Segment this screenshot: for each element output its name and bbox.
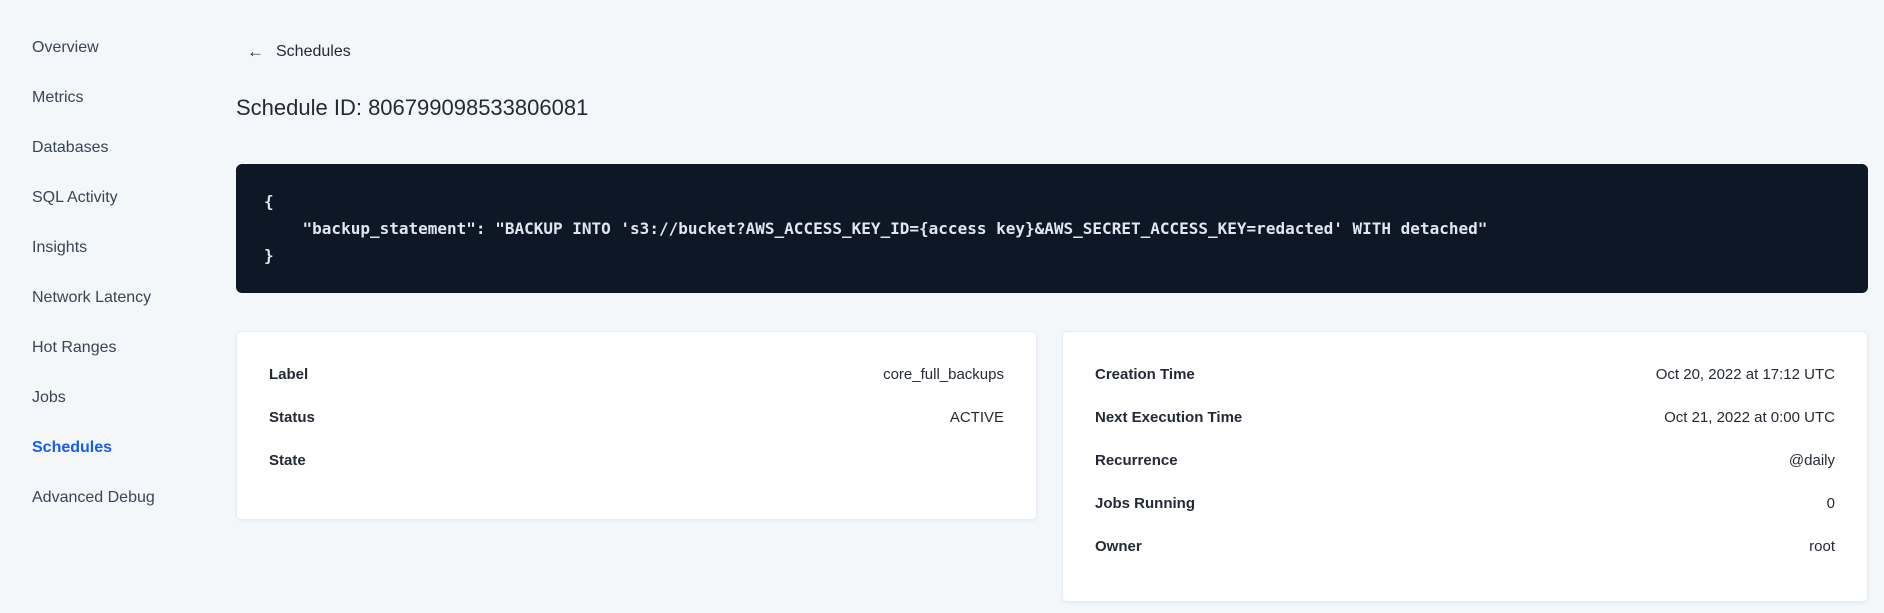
back-arrow-icon: ← <box>247 42 264 61</box>
summary-cards: Label core_full_backups Status ACTIVE St… <box>236 331 1868 602</box>
row-label: Recurrence <box>1095 452 1178 469</box>
row-value: 0 <box>1826 495 1835 512</box>
sidebar-item-metrics[interactable]: Metrics <box>0 73 236 123</box>
sidebar-item-jobs[interactable]: Jobs <box>0 373 236 423</box>
sidebar-item-advanced-debug[interactable]: Advanced Debug <box>0 473 236 523</box>
code-line: "backup_statement": "BACKUP INTO 's3://b… <box>264 219 1488 238</box>
card-row-recurrence: Recurrence @daily <box>1095 450 1835 472</box>
row-label: Label <box>269 366 309 383</box>
sidebar-item-schedules[interactable]: Schedules <box>0 423 236 473</box>
card-row-next-execution-time: Next Execution Time Oct 21, 2022 at 0:00… <box>1095 407 1835 429</box>
row-label: Jobs Running <box>1095 495 1195 512</box>
row-value: root <box>1809 538 1835 555</box>
row-value: @daily <box>1788 452 1835 469</box>
card-row-state: State <box>269 450 1004 472</box>
code-line: } <box>264 246 274 265</box>
card-row-owner: Owner root <box>1095 536 1835 558</box>
sidebar-item-hot-ranges[interactable]: Hot Ranges <box>0 323 236 373</box>
sidebar-nav: Overview Metrics Databases SQL Activity … <box>0 0 236 613</box>
schedule-definition-code-block: { "backup_statement": "BACKUP INTO 's3:/… <box>236 164 1868 293</box>
sidebar-item-databases[interactable]: Databases <box>0 123 236 173</box>
sidebar-item-list: Overview Metrics Databases SQL Activity … <box>0 23 236 523</box>
schedule-detail-page: ← Schedules Schedule ID: 806799098533806… <box>236 0 1868 602</box>
page-title: Schedule ID: 806799098533806081 <box>236 95 589 120</box>
card-row-status: Status ACTIVE <box>269 407 1004 429</box>
row-label: Owner <box>1095 538 1142 555</box>
schedule-status-card: Label core_full_backups Status ACTIVE St… <box>236 331 1037 520</box>
row-value: Oct 21, 2022 at 0:00 UTC <box>1664 409 1835 426</box>
row-value: core_full_backups <box>883 366 1004 383</box>
back-to-schedules-link[interactable]: ← Schedules <box>247 42 351 61</box>
card-row-jobs-running: Jobs Running 0 <box>1095 493 1835 515</box>
schedule-timing-card: Creation Time Oct 20, 2022 at 17:12 UTC … <box>1062 331 1868 602</box>
row-label: Status <box>269 409 315 426</box>
sidebar-item-insights[interactable]: Insights <box>0 223 236 273</box>
row-label: Next Execution Time <box>1095 409 1243 426</box>
card-row-creation-time: Creation Time Oct 20, 2022 at 17:12 UTC <box>1095 364 1835 386</box>
row-label: Creation Time <box>1095 366 1195 383</box>
card-row-label: Label core_full_backups <box>269 364 1004 386</box>
row-label: State <box>269 452 306 469</box>
back-link-label: Schedules <box>276 43 351 60</box>
code-line: { <box>264 192 274 211</box>
sidebar-item-overview[interactable]: Overview <box>0 23 236 73</box>
row-value: ACTIVE <box>949 409 1004 426</box>
sidebar-item-network-latency[interactable]: Network Latency <box>0 273 236 323</box>
sidebar-item-sql-activity[interactable]: SQL Activity <box>0 173 236 223</box>
row-value: Oct 20, 2022 at 17:12 UTC <box>1655 366 1835 383</box>
